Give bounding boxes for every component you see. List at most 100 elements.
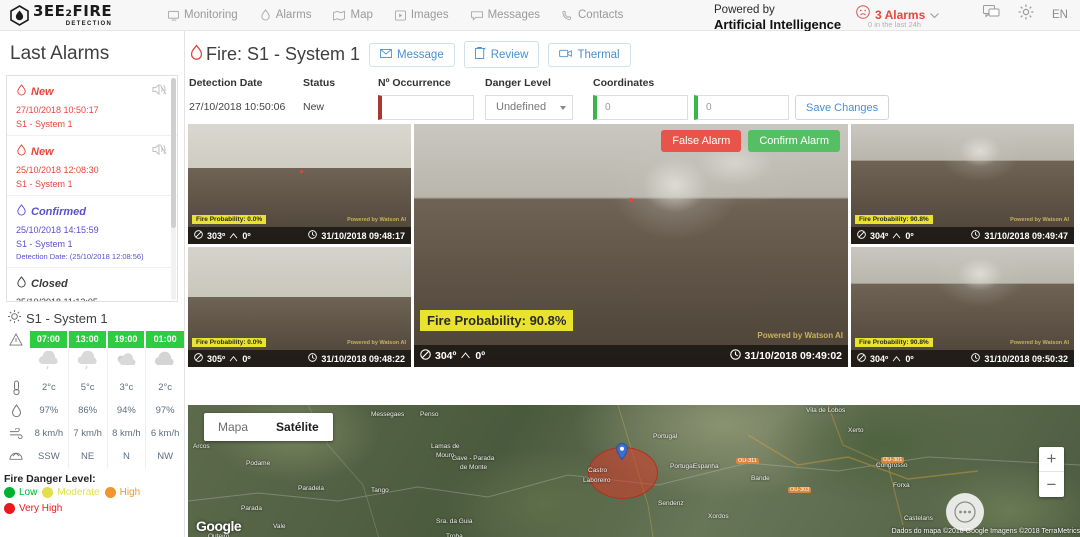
thumbnail-bottom-left[interactable]: Powered by Watson AI Fire Probability: 0… — [188, 247, 411, 367]
watson-credit: Powered by Watson AI — [347, 340, 406, 346]
alarm-list-scrollbar[interactable] — [171, 78, 176, 300]
nav-label: Map — [350, 9, 372, 21]
legend-item-moderate: Moderate — [42, 487, 99, 498]
nav-item-alarms[interactable]: Alarms — [260, 9, 312, 21]
list-item[interactable]: Confirmed 25/10/2018 14:15:59 S1 - Syste… — [7, 195, 177, 267]
nav-item-images[interactable]: Images — [395, 9, 449, 21]
temperature-value: 5°c — [69, 376, 107, 399]
nav-item-monitoring[interactable]: Monitoring — [168, 9, 238, 21]
alarm-state: New — [31, 146, 54, 158]
map-place-label: Xordos — [708, 513, 729, 520]
map-place-label: Castro — [588, 467, 607, 474]
elevation-arrow-icon — [892, 231, 901, 241]
false-alarm-button[interactable]: False Alarm — [661, 130, 741, 152]
capture-timestamp: 31/10/2018 09:49:02 — [745, 350, 843, 362]
humidity-value: 94% — [108, 399, 146, 422]
thumbnail-info-bar: 303º 0º 31/10/2018 09:48:17 — [188, 227, 411, 244]
wind-direction-value: NW — [146, 445, 184, 468]
fire-danger-legend: Low Moderate High Very High — [0, 487, 184, 514]
map-place-label: de Monte — [460, 464, 487, 471]
longitude-input[interactable] — [694, 95, 789, 120]
envelope-icon — [380, 49, 392, 61]
map-place-label: Parada — [241, 505, 262, 512]
mute-icon[interactable] — [151, 142, 167, 162]
clipboard-icon — [475, 47, 486, 62]
page-title: Fire: S1 - System 1 — [189, 44, 360, 66]
thumbnail-bottom-right[interactable]: Powered by Watson AI Fire Probability: 9… — [851, 247, 1074, 367]
alarm-list: New 27/10/2018 10:50:17 S1 - System 1 Ne… — [6, 75, 178, 302]
alarm-system: S1 - System 1 — [16, 179, 169, 189]
occurrence-field: Nº Occurrence — [378, 77, 485, 120]
map-place-label: Forxa — [893, 482, 910, 489]
review-button[interactable]: Review — [464, 41, 540, 68]
message-button[interactable]: Message — [369, 43, 455, 67]
thermal-button[interactable]: Thermal — [548, 43, 630, 67]
main-detection-image[interactable]: False Alarm Confirm Alarm Powered by Wat… — [414, 124, 848, 367]
map-place-label: Tango — [371, 487, 389, 494]
temperature-value: 2°c — [30, 376, 68, 399]
map-place-label: Castelans — [904, 515, 933, 522]
page-title-text: Fire: S1 - System 1 — [206, 44, 360, 65]
list-item[interactable]: Closed 25/10/2018 11:12:05 S1 - System 1… — [7, 267, 177, 302]
map-zoom-controls: + − — [1039, 447, 1064, 497]
field-label: Status — [303, 77, 378, 89]
legend-dot — [105, 487, 116, 498]
mute-icon[interactable] — [151, 82, 167, 102]
fire-header-row: Fire: S1 - System 1 Message Review Therm… — [185, 31, 1080, 68]
app-logo[interactable]: 3EE₂FIRE DETECTION — [0, 4, 160, 27]
header-icon-group: EN — [983, 4, 1068, 25]
rain-cloud-icon — [69, 348, 107, 376]
left-thumbnail-column: Powered by Watson AI Fire Probability: 0… — [188, 124, 411, 367]
hand-flame-icon — [16, 275, 27, 293]
danger-level-select[interactable]: Undefined — [485, 95, 573, 120]
list-item[interactable]: New 27/10/2018 10:50:17 S1 - System 1 — [7, 76, 177, 135]
map-type-mapa[interactable]: Mapa — [204, 413, 262, 441]
map-place-label: Gave - Parada — [452, 455, 494, 462]
map-place-label: Vale — [273, 523, 286, 530]
zoom-out-button[interactable]: − — [1039, 472, 1064, 497]
map-type-satelite[interactable]: Satélite — [262, 413, 333, 441]
thumbnail-top-left[interactable]: Powered by Watson AI Fire Probability: 0… — [188, 124, 411, 244]
location-map[interactable]: Mapa Satélite + − Google Dados do mapa ©… — [188, 405, 1080, 537]
detection-marker — [300, 170, 303, 173]
warning-icon — [2, 331, 30, 348]
alarm-detection-date: Detection Date: (25/10/2018 12:08:56) — [16, 252, 169, 261]
image-icon — [395, 10, 406, 21]
map-place-label: Sra. da Guia — [436, 518, 473, 525]
map-road-label: OU-303 — [788, 487, 811, 493]
map-place-label: Paradela — [298, 485, 324, 492]
confirm-alarm-button[interactable]: Confirm Alarm — [748, 130, 840, 152]
elevation-value: 0º — [905, 354, 913, 364]
cloud-icon — [146, 348, 184, 376]
logo-wordmark: 3EE₂FIRE — [33, 2, 112, 20]
location-pin-icon[interactable] — [616, 443, 628, 460]
occurrence-input[interactable] — [378, 95, 474, 120]
legend-dot — [42, 487, 53, 498]
sun-icon — [8, 310, 21, 326]
humidity-value: 97% — [30, 399, 68, 422]
thumbnail-top-right[interactable]: Powered by Watson AI Fire Probability: 9… — [851, 124, 1074, 244]
list-item[interactable]: New 25/10/2018 12:08:30 S1 - System 1 — [7, 135, 177, 195]
button-label: Review — [491, 49, 529, 61]
status-field: Status New — [303, 77, 378, 120]
latitude-input[interactable] — [593, 95, 688, 120]
nav-item-map[interactable]: Map — [333, 9, 372, 21]
map-attribution: Dados do mapa ©2018 Google Imagens ©2018… — [892, 528, 1080, 535]
zoom-in-button[interactable]: + — [1039, 447, 1064, 472]
language-selector[interactable]: EN — [1052, 9, 1068, 21]
nav-label: Contacts — [578, 9, 623, 21]
nav-item-messages[interactable]: Messages — [471, 9, 540, 21]
alarm-detail-form: Detection Date 27/10/2018 10:50:06 Statu… — [185, 68, 1080, 120]
save-changes-button[interactable]: Save Changes — [795, 95, 889, 120]
weather-columns: 07:00 2°c 97% 8 km/h SSW 13:00 5°c 86% 7… — [30, 331, 184, 468]
nav-item-contacts[interactable]: Contacts — [562, 9, 623, 21]
gear-icon[interactable] — [1018, 4, 1034, 25]
weather-hour: 01:00 — [146, 331, 184, 348]
map-icon — [333, 10, 345, 21]
map-place-label: Vila de Lobos — [806, 407, 845, 414]
fire-probability-badge: Fire Probability: 90.8% — [855, 338, 933, 347]
chat-icon[interactable] — [983, 5, 1000, 25]
weather-forecast-grid: 07:00 2°c 97% 8 km/h SSW 13:00 5°c 86% 7… — [0, 331, 184, 468]
thumbnail-info-bar: 304º 0º 31/10/2018 09:50:32 — [851, 350, 1074, 367]
watson-credit: Powered by Watson AI — [757, 331, 843, 340]
